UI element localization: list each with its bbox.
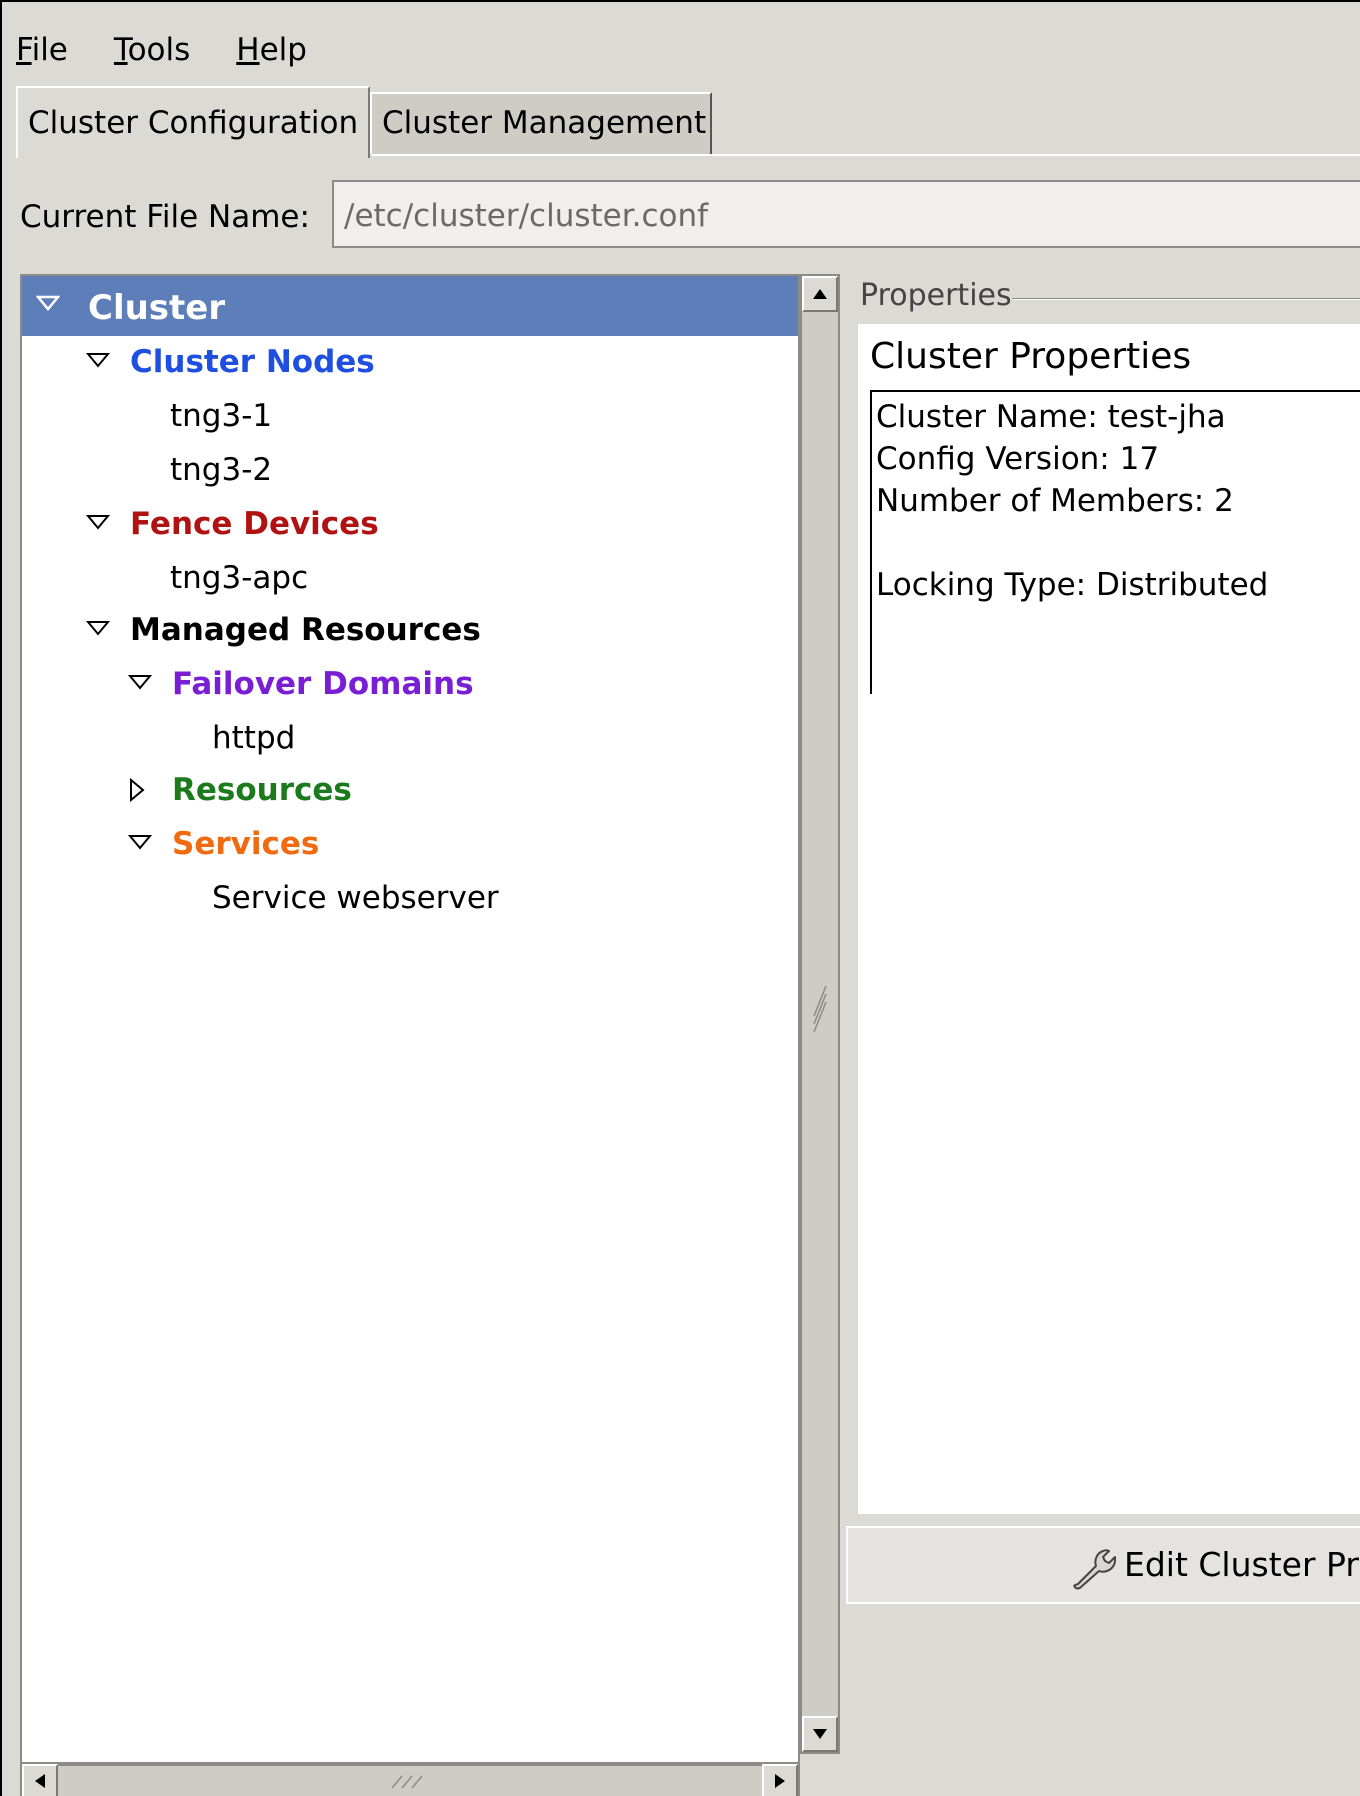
- current-file-field[interactable]: /etc/cluster/cluster.conf: [332, 180, 1360, 248]
- tree-node-fence-devices-label: Fence Devices: [130, 506, 379, 542]
- tab-divider: [372, 154, 1360, 156]
- tree-node-fence-devices[interactable]: Fence Devices: [22, 494, 798, 554]
- tree-node-resources-label: Resources: [172, 772, 352, 808]
- property-number-of-members: Number of Members: 2: [876, 483, 1234, 519]
- tree-node-httpd[interactable]: httpd: [22, 708, 798, 768]
- tab-cluster-management[interactable]: Cluster Management: [370, 92, 712, 154]
- tree-node-tng3-1-label: tng3-1: [170, 398, 273, 434]
- property-locking-type: Locking Type: Distributed: [876, 567, 1269, 603]
- tab-cluster-configuration-label: Cluster Configuration: [28, 105, 359, 141]
- properties-details: Cluster Name: test-jha Config Version: 1…: [870, 390, 1360, 694]
- scroll-left-button[interactable]: [22, 1764, 58, 1796]
- tree-node-service-webserver-label: Service webserver: [212, 880, 499, 916]
- expander-expanded-icon[interactable]: [128, 672, 152, 696]
- properties-area: Cluster Properties Cluster Name: test-jh…: [858, 324, 1360, 1514]
- menu-file-mnemonic: F: [16, 32, 32, 68]
- menu-file[interactable]: File: [16, 32, 68, 76]
- cluster-tree[interactable]: Cluster Cluster Nodes tng3-1 tng3-2 Fenc…: [20, 274, 800, 1764]
- tree-node-cluster-nodes-label: Cluster Nodes: [130, 344, 375, 380]
- wrench-icon: [1073, 1549, 1116, 1590]
- tree-node-resources[interactable]: Resources: [22, 760, 798, 820]
- tree-node-services[interactable]: Services: [22, 814, 798, 874]
- arrow-down-icon: [813, 1729, 827, 1739]
- tree-node-cluster[interactable]: Cluster: [22, 276, 798, 336]
- menu-tools[interactable]: Tools: [114, 32, 190, 76]
- menu-help-label: elp: [259, 32, 307, 68]
- arrow-right-icon: [775, 1774, 785, 1788]
- property-cluster-name: Cluster Name: test-jha: [876, 399, 1226, 435]
- properties-frame-border: [1012, 298, 1360, 300]
- tree-node-cluster-nodes[interactable]: Cluster Nodes: [22, 332, 798, 392]
- expander-expanded-icon[interactable]: [86, 618, 110, 642]
- menu-help[interactable]: Help: [236, 32, 307, 76]
- expander-expanded-icon[interactable]: [86, 350, 110, 374]
- arrow-left-icon: [35, 1774, 45, 1788]
- scroll-down-button[interactable]: [802, 1716, 838, 1752]
- tree-node-tng3-2[interactable]: tng3-2: [22, 440, 798, 500]
- expander-expanded-icon[interactable]: [128, 832, 152, 856]
- scroll-right-button[interactable]: [762, 1764, 798, 1796]
- edit-cluster-properties-button[interactable]: Edit Cluster Pr: [846, 1526, 1360, 1604]
- tree-node-service-webserver[interactable]: Service webserver: [22, 868, 798, 928]
- properties-bottom-area: [846, 1602, 1360, 1796]
- pane-resize-grip-icon[interactable]: [812, 976, 828, 1036]
- tree-node-tng3-2-label: tng3-2: [170, 452, 273, 488]
- tree-node-httpd-label: httpd: [212, 720, 296, 756]
- menu-help-mnemonic: H: [236, 32, 260, 68]
- tree-node-managed-resources[interactable]: Managed Resources: [22, 600, 798, 660]
- tree-node-services-label: Services: [172, 826, 320, 862]
- menu-tools-label: ools: [127, 32, 191, 68]
- app-window: File Tools Help Cluster Configuration Cl…: [0, 0, 1360, 1796]
- properties-title: Cluster Properties: [870, 336, 1192, 377]
- tree-node-cluster-label: Cluster: [88, 288, 226, 328]
- tree-node-tng3-1[interactable]: tng3-1: [22, 386, 798, 446]
- current-file-label: Current File Name:: [20, 199, 310, 235]
- scroll-up-button[interactable]: [802, 276, 838, 312]
- expander-expanded-icon[interactable]: [36, 292, 60, 316]
- tree-node-managed-resources-label: Managed Resources: [130, 612, 481, 648]
- scroll-grip-icon[interactable]: [388, 1772, 448, 1792]
- menu-tools-mnemonic: T: [113, 32, 128, 68]
- tree-node-failover-domains[interactable]: Failover Domains: [22, 654, 798, 714]
- expander-collapsed-icon[interactable]: [126, 778, 150, 802]
- property-config-version: Config Version: 17: [876, 441, 1160, 477]
- tree-node-tng3-apc[interactable]: tng3-apc: [22, 548, 798, 608]
- horizontal-scrollbar[interactable]: [20, 1764, 800, 1796]
- tree-node-failover-domains-label: Failover Domains: [172, 666, 474, 702]
- tab-cluster-configuration[interactable]: Cluster Configuration: [16, 86, 370, 158]
- expander-expanded-icon[interactable]: [86, 512, 110, 536]
- arrow-up-icon: [813, 289, 827, 299]
- properties-frame-legend: Properties: [860, 278, 1012, 313]
- menu-file-label: ile: [31, 32, 68, 68]
- tab-strip: Cluster Configuration Cluster Management: [16, 86, 1360, 158]
- tab-cluster-management-label: Cluster Management: [382, 105, 707, 141]
- menubar: File Tools Help: [16, 32, 307, 76]
- tree-node-tng3-apc-label: tng3-apc: [170, 560, 309, 596]
- edit-cluster-properties-label: Edit Cluster Pr: [1124, 1545, 1359, 1584]
- vertical-scrollbar[interactable]: [800, 274, 840, 1754]
- property-blank-line: [876, 522, 1360, 564]
